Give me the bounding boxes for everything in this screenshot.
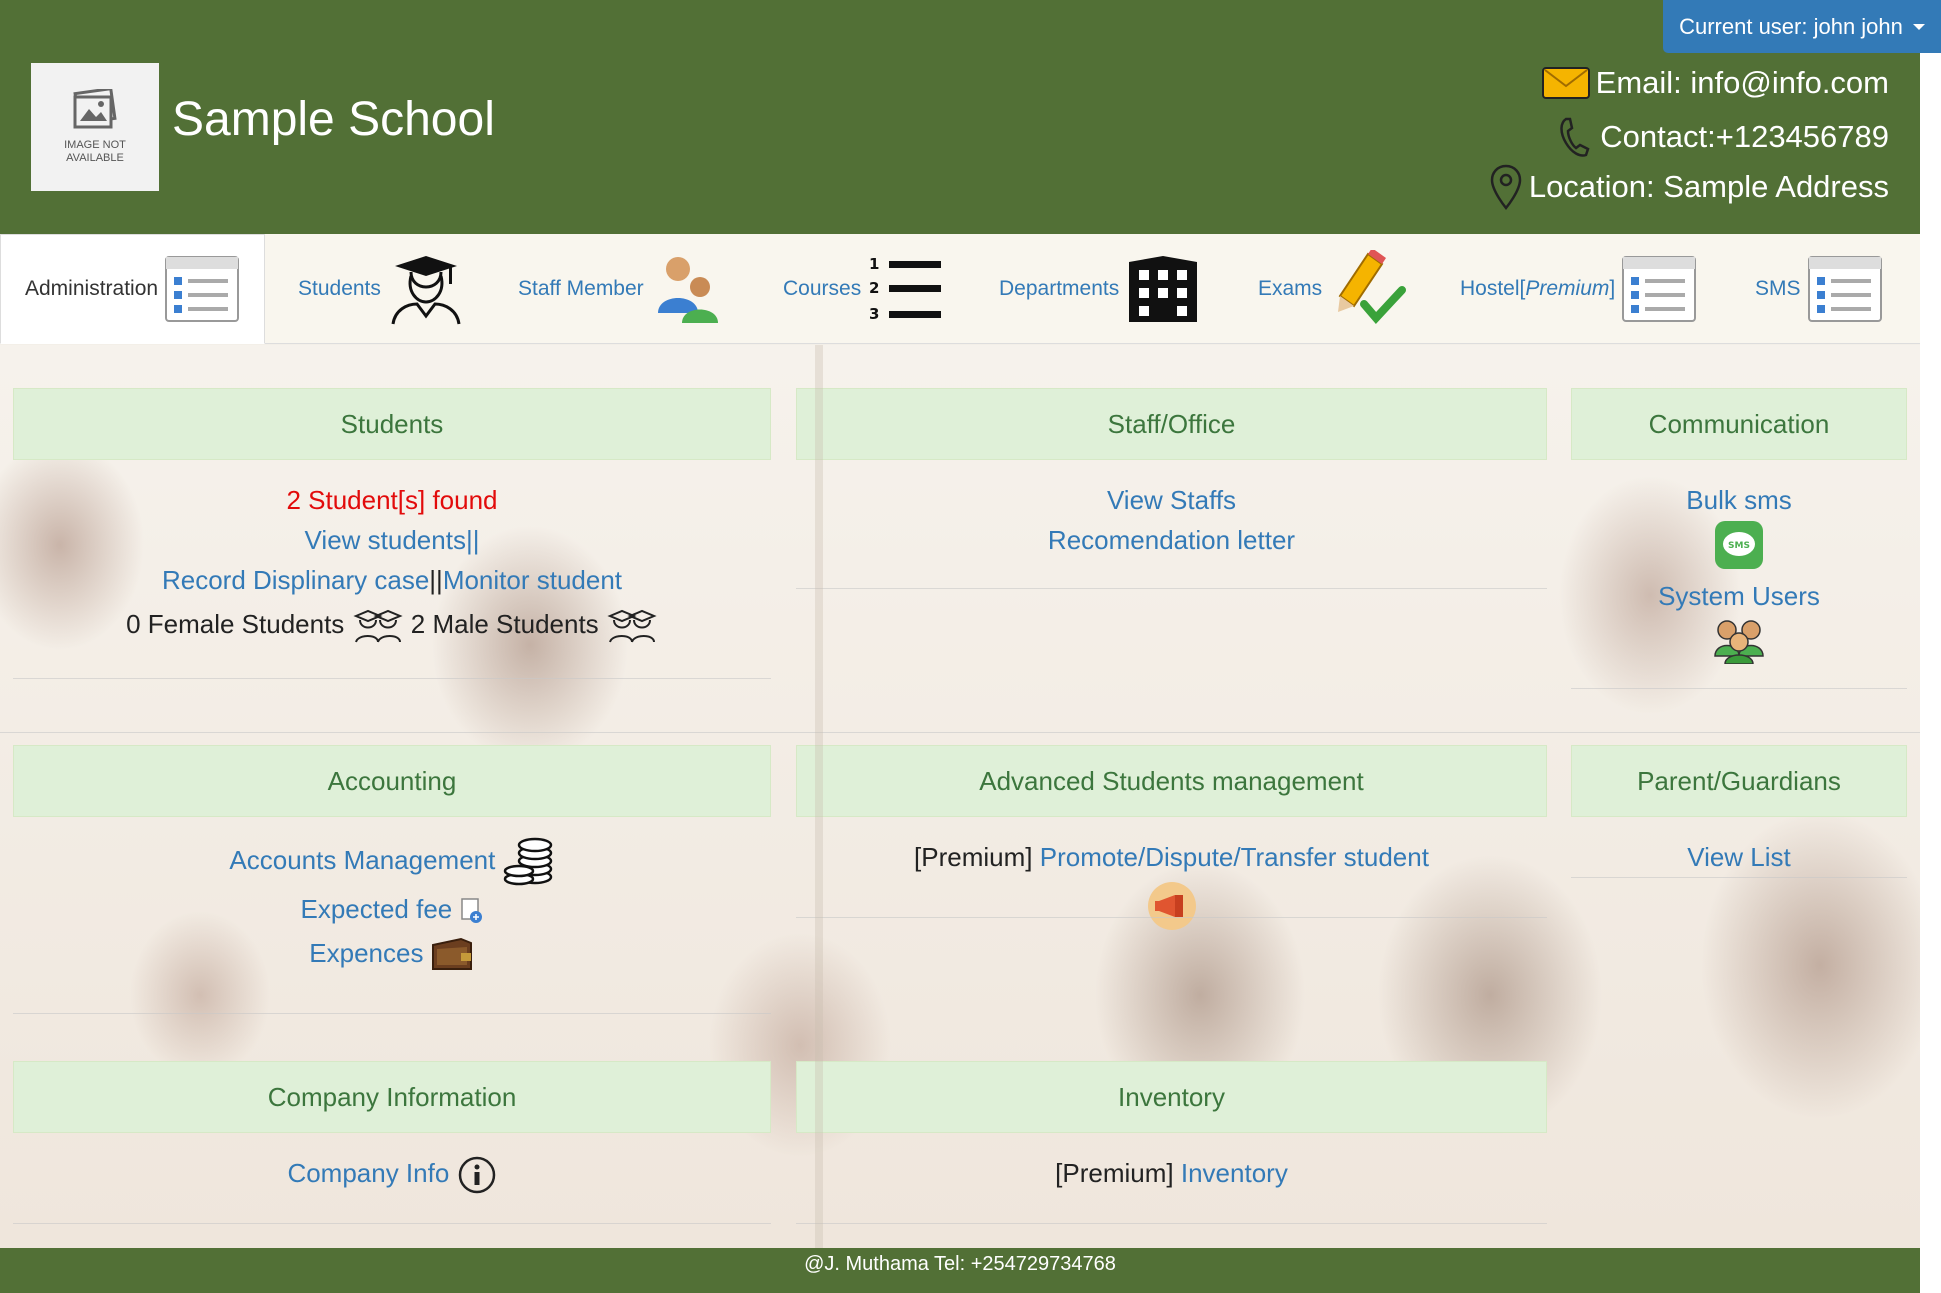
panel-communication: Communication Bulk sms SMS System Users: [1571, 388, 1907, 689]
panel-parent-guardians: Parent/Guardians View List: [1571, 745, 1907, 878]
nav-tab-staff-member[interactable]: Staff Member: [518, 234, 726, 344]
view-students-link[interactable]: View students||: [305, 525, 480, 555]
footer-credit: @J. Muthama Tel: +254729734768: [804, 1253, 1116, 1275]
recommendation-letter-link[interactable]: Recomendation letter: [1048, 525, 1295, 555]
panel-students: Students 2 Student[s] found View student…: [13, 388, 771, 679]
nav-tab-administration[interactable]: Administration: [0, 234, 266, 344]
nav-tab-exams[interactable]: Exams: [1258, 234, 1407, 344]
nav-label: Departments: [999, 277, 1120, 300]
page-edge: [1920, 53, 1941, 1293]
male-students-count: 2 Male Students: [410, 609, 599, 639]
pencil-check-icon: [1338, 250, 1407, 325]
header-email: Email: info@info.com: [1289, 65, 1889, 101]
email-text: Email: info@info.com: [1595, 65, 1889, 100]
record-disciplinary-case-link[interactable]: Record Displinary case: [162, 565, 429, 595]
students-found-count: 2 Student[s] found: [286, 485, 498, 515]
site-header: IMAGE NOT AVAILABLE Sample School Email:…: [0, 0, 1920, 234]
logo-caption: IMAGE NOT AVAILABLE: [64, 139, 126, 164]
map-pin-icon: [1490, 164, 1522, 210]
nav-label: SMS: [1755, 277, 1801, 300]
nav-label: Staff Member: [518, 277, 644, 300]
panel-inventory: Inventory [Premium] Inventory: [796, 1061, 1547, 1224]
female-students-count: 0 Female Students: [126, 609, 345, 639]
expected-fee-link[interactable]: Expected fee: [300, 894, 452, 924]
view-parents-list-link[interactable]: View List: [1687, 842, 1791, 872]
list-window-icon: [1807, 256, 1882, 322]
wallet-icon: [431, 938, 472, 971]
panel-title: Accounting: [13, 745, 771, 817]
nav-tab-sms[interactable]: SMS: [1755, 234, 1883, 344]
svg-text:1: 1: [869, 255, 879, 273]
current-user-label: Current user: john john: [1679, 13, 1903, 39]
dashboard-content: Students 2 Student[s] found View student…: [0, 345, 1920, 1248]
info-icon: [458, 1156, 495, 1194]
panel-company-information: Company Information Company Info: [13, 1061, 771, 1224]
megaphone-icon[interactable]: [1147, 881, 1197, 931]
caret-down-icon: [1912, 23, 1925, 30]
nav-label: Hostel[Premium]: [1460, 277, 1616, 300]
header-location: Location: Sample Address: [1289, 164, 1889, 210]
list-window-icon: [165, 256, 240, 322]
nav-label: Administration: [25, 277, 159, 300]
numbered-list-icon: 1 2 3: [869, 255, 942, 323]
panel-accounting: Accounting Accounts Management Expected …: [13, 745, 771, 1014]
panel-title: Inventory: [796, 1061, 1547, 1133]
panel-title: Advanced Students management: [796, 745, 1547, 817]
student-group-icon: [352, 610, 403, 643]
main-nav: Administration Students Staff Member Cou…: [0, 234, 1920, 344]
school-logo: IMAGE NOT AVAILABLE: [31, 63, 159, 191]
nav-tab-courses[interactable]: Courses 1 2 3: [783, 234, 945, 344]
accounts-management-link[interactable]: Accounts Management: [229, 845, 495, 875]
view-staffs-link[interactable]: View Staffs: [1107, 485, 1236, 515]
inventory-link[interactable]: Inventory: [1181, 1158, 1288, 1188]
link-separator: ||: [429, 565, 443, 595]
coin-stack-icon: [503, 837, 552, 886]
site-footer: @J. Muthama Tel: +254729734768: [0, 1248, 1920, 1293]
nav-tab-departments[interactable]: Departments: [999, 234, 1201, 344]
panel-title: Staff/Office: [796, 388, 1547, 460]
panel-title: Parent/Guardians: [1571, 745, 1907, 817]
list-window-icon: [1622, 256, 1697, 322]
nav-tab-hostel[interactable]: Hostel[Premium]: [1460, 234, 1697, 344]
image-placeholder-icon: [73, 89, 117, 129]
document-add-icon: [460, 898, 482, 924]
monitor-student-link[interactable]: Monitor student: [443, 565, 622, 595]
student-group-icon: [607, 610, 657, 643]
staff-users-icon: [657, 257, 718, 323]
svg-text:2: 2: [869, 279, 879, 297]
sms-icon[interactable]: SMS: [1714, 520, 1764, 570]
users-group-icon[interactable]: [1713, 616, 1765, 664]
system-users-link[interactable]: System Users: [1658, 581, 1820, 611]
bulk-sms-link[interactable]: Bulk sms: [1686, 485, 1791, 515]
panel-title: Company Information: [13, 1061, 771, 1133]
nav-label: Students: [298, 277, 381, 300]
svg-text:SMS: SMS: [1728, 541, 1750, 551]
company-info-link[interactable]: Company Info: [287, 1158, 449, 1188]
phone-icon: [1560, 117, 1590, 157]
graduate-icon: [391, 256, 461, 325]
promote-transfer-student-link[interactable]: Promote/Dispute/Transfer student: [1040, 842, 1429, 872]
panel-advanced-students: Advanced Students management [Premium] P…: [796, 745, 1547, 931]
svg-text:3: 3: [869, 305, 879, 323]
contact-text: Contact:+123456789: [1600, 119, 1889, 154]
premium-badge: [Premium]: [1055, 1158, 1174, 1188]
location-text: Location: Sample Address: [1528, 169, 1889, 204]
nav-label: Courses: [783, 277, 862, 300]
header-contact: Contact:+123456789: [1289, 115, 1889, 159]
nav-label: Exams: [1258, 277, 1323, 300]
panel-title: Communication: [1571, 388, 1907, 460]
nav-tab-students[interactable]: Students: [298, 234, 465, 344]
building-icon: [1129, 256, 1198, 322]
panel-title: Students: [13, 388, 771, 460]
school-name: Sample School: [172, 93, 495, 146]
panel-staff-office: Staff/Office View Staffs Recomendation l…: [796, 388, 1547, 589]
current-user-dropdown[interactable]: Current user: john john: [1663, 0, 1941, 53]
envelope-icon: [1541, 67, 1590, 99]
expences-link[interactable]: Expences: [309, 938, 423, 968]
premium-badge: [Premium]: [914, 842, 1033, 872]
